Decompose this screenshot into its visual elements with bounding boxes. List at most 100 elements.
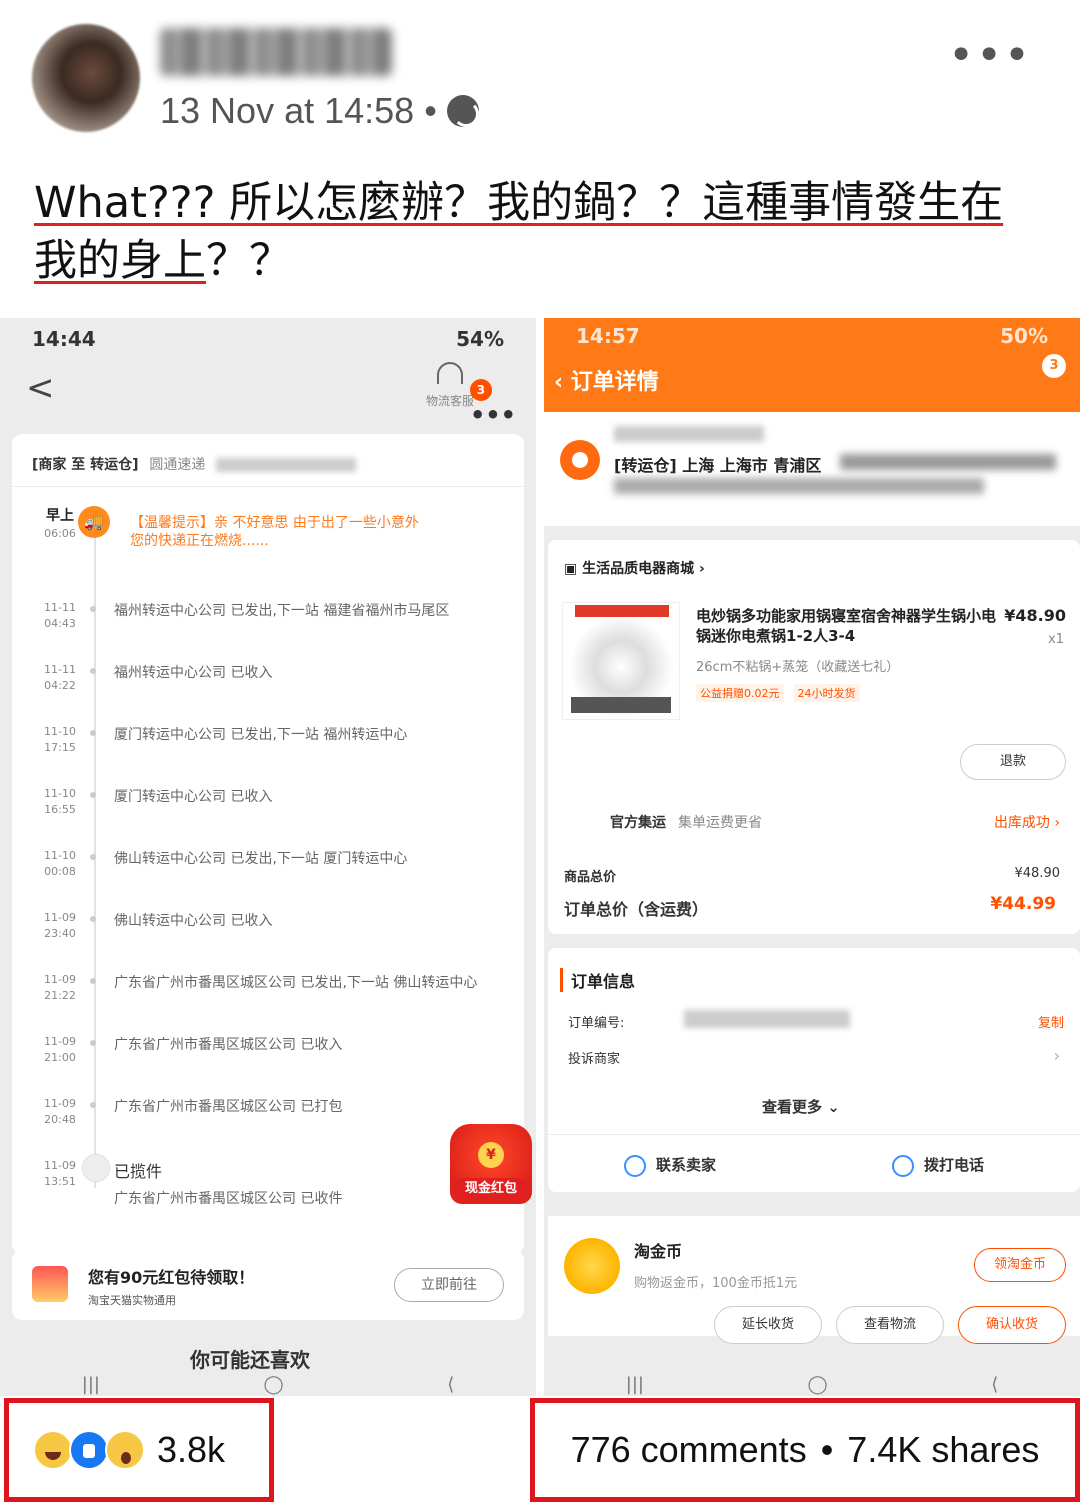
logistics-screenshot[interactable]: 14:44 54% < 物流客服 3 ••• [商家 至 转运仓] 圆通速递 早上… — [0, 318, 536, 1396]
event-text: 广东省广州市番禺区城区公司 已收入 — [114, 1037, 343, 1053]
shop-card: ▣ 生活品质电器商城 › 电炒锅多功能家用锅寝室宿舍神器学生锅小电锅迷你电煮锅1… — [548, 540, 1080, 934]
event-time: 21:22 — [44, 989, 76, 1002]
event-date: 11-09 — [44, 1159, 76, 1172]
cash-redpacket-button[interactable]: ¥ 现金红包 — [450, 1124, 532, 1204]
event-date: 11-09 — [44, 973, 76, 986]
event-time: 04:22 — [44, 679, 76, 692]
post-timestamp[interactable]: 13 Nov at 14:58 — [160, 90, 414, 132]
timeline-dot — [90, 854, 96, 860]
event-text: 佛山转运中心公司 已收入 — [114, 913, 273, 929]
shares-count[interactable]: 7.4K shares — [847, 1429, 1039, 1471]
consolidated-shipping: 官方集运 集单运费更省 — [610, 812, 762, 832]
complain-seller[interactable]: 投诉商家 — [568, 1048, 620, 1067]
shipping-tag: 24小时发货 — [793, 684, 860, 702]
page-title[interactable]: ‹ 订单详情 — [554, 364, 659, 396]
logistics-service-button[interactable]: 物流客服 — [426, 362, 474, 409]
chat-icon — [624, 1154, 646, 1177]
caption-line1: What??? 所以怎麼辦？我的鍋？？這種事情發生在 — [34, 178, 1004, 228]
product-image[interactable] — [562, 602, 680, 720]
order-actions: 延长收货 查看物流 确认收货 — [714, 1306, 1066, 1344]
go-now-button[interactable]: 立即前往 — [394, 1268, 504, 1302]
timeline-event: 11-10 16:55 厦门转运中心公司 已收入 — [36, 786, 516, 820]
event-date: 11-10 — [44, 725, 76, 738]
timeline-event: 11-09 21:22 广东省广州市番禺区城区公司 已发出,下一站 佛山转运中心 — [36, 972, 516, 1006]
timeline-dot — [90, 1102, 96, 1108]
back-nav-icon[interactable]: ⟨ — [447, 1374, 454, 1396]
order-no-blurred — [684, 1010, 850, 1028]
carrier-route: [商家 至 转运仓] — [32, 457, 139, 473]
address-line: [转运仓] 上海 上海市 青浦区 — [614, 456, 822, 475]
timeline-event: 11-10 00:08 佛山转运中心公司 已发出,下一站 厦门转运中心 — [36, 848, 516, 882]
call-button[interactable]: 拨打电话 — [892, 1154, 984, 1177]
event-time: 21:00 — [44, 1051, 76, 1064]
ship-label: 官方集运 — [610, 815, 666, 831]
timeline-dot — [90, 792, 96, 798]
extend-receipt-button[interactable]: 延长收货 — [714, 1306, 822, 1344]
carrier-name: 圆通速递 — [149, 457, 206, 473]
event-date: 11-09 — [44, 1097, 76, 1110]
chevron-right-icon[interactable]: › — [1054, 1046, 1060, 1065]
recommend-heading: 你可能还喜欢 — [190, 1348, 310, 1372]
service-label: 物流客服 — [425, 394, 474, 408]
post-caption: What??? 所以怎麼辦？我的鍋？？這種事情發生在 我的身上？？ — [34, 174, 1044, 290]
timeline-event: 11-09 20:48 广东省广州市番禺区城区公司 已打包 — [36, 1096, 516, 1130]
product-variant: 26cm不粘锅+蒸笼（收藏送七礼） — [696, 660, 900, 675]
timeline-event: 11-11 04:43 福州转运中心公司 已发出,下一站 福建省福州市马尾区 — [36, 600, 516, 634]
comments-count[interactable]: 776 comments — [571, 1429, 807, 1471]
product-image-tag — [575, 605, 669, 617]
stats-separator: • — [820, 1429, 834, 1470]
more-options-icon[interactable]: ••• — [948, 30, 1032, 81]
see-more-text: 查看更多 — [762, 1098, 823, 1116]
back-icon[interactable]: < — [26, 368, 55, 408]
recents-icon[interactable]: ||| — [626, 1374, 644, 1396]
product-title[interactable]: 电炒锅多功能家用锅寝室宿舍神器学生锅小电锅迷你电煮锅1-2人3-4 — [696, 606, 996, 646]
refund-button[interactable]: 退款 — [960, 744, 1066, 780]
product-tags: 公益捐赠0.02元 24小时发货 — [696, 684, 860, 702]
recipient-blurred — [614, 426, 764, 442]
reactions-summary[interactable]: 3.8k — [4, 1398, 274, 1502]
event-text: 佛山转运中心公司 已发出,下一站 厦门转运中心 — [114, 851, 408, 867]
claim-coins-button[interactable]: 领淘金币 — [974, 1248, 1066, 1282]
order-total-label: 订单总价（含运费） — [564, 900, 709, 919]
copy-button[interactable]: 复制 — [1038, 1012, 1064, 1031]
address-detail-blurred — [840, 454, 1056, 470]
event-date: 11-10 — [44, 787, 76, 800]
event-time: 06:06 — [44, 527, 76, 540]
contact-seller-button[interactable]: 联系卖家 — [624, 1154, 716, 1177]
home-icon[interactable]: ◯ — [264, 1374, 284, 1396]
ship-status-link[interactable]: 出库成功 › — [994, 812, 1060, 832]
order-detail-screenshot[interactable]: 14:57 50% ‹ 订单详情 3 [转运仓] 上海 上海市 青浦区 ▣ 生活… — [544, 318, 1080, 1396]
home-icon[interactable]: ◯ — [808, 1374, 828, 1396]
more-menu[interactable]: 3 ••• — [469, 372, 516, 429]
event-time: 17:15 — [44, 741, 76, 754]
phone-icon — [892, 1154, 914, 1177]
caption-line2-rest: ？？ — [206, 236, 292, 286]
event-date: 11-10 — [44, 849, 76, 862]
address-card: [转运仓] 上海 上海市 青浦区 — [544, 412, 1080, 526]
event-text: 【温馨提示】亲 不好意思 由于出了一些小意外 — [130, 515, 419, 531]
view-logistics-button[interactable]: 查看物流 — [836, 1306, 944, 1344]
shop-name[interactable]: ▣ 生活品质电器商城 › — [564, 558, 705, 578]
product-qty: x1 — [1048, 632, 1064, 647]
truck-icon: 🚚 — [78, 506, 110, 538]
engagement-stats: 776 comments • 7.4K shares — [530, 1398, 1080, 1502]
recents-icon[interactable]: ||| — [82, 1374, 100, 1396]
event-text: 广东省广州市番禺区城区公司 已打包 — [114, 1099, 343, 1115]
see-more-button[interactable]: 查看更多 ⌄ — [762, 1096, 840, 1117]
status-bar: 14:44 54% — [0, 322, 536, 356]
tracking-number-blurred — [216, 458, 357, 472]
event-time: 23:40 — [44, 927, 76, 940]
order-header: 14:57 50% ‹ 订单详情 3 — [544, 318, 1080, 412]
event-time: 20:48 — [44, 1113, 76, 1126]
carrier-line: [商家 至 转运仓] 圆通速递 — [32, 454, 357, 474]
author-name-blurred[interactable] — [160, 28, 392, 76]
contact-seller-text: 联系卖家 — [656, 1156, 717, 1174]
event-date: 11-09 — [44, 1035, 76, 1048]
order-total-value[interactable]: ¥44.99 — [990, 894, 1056, 914]
avatar[interactable] — [32, 24, 140, 132]
timeline-event-warning: 早上 06:06 🚚 【温馨提示】亲 不好意思 由于出了一些小意外 您的快递正在… — [36, 506, 516, 549]
event-time: 16:55 — [44, 803, 76, 816]
back-nav-icon[interactable]: ⟨ — [991, 1374, 998, 1396]
notification-badge[interactable]: 3 — [1042, 354, 1066, 378]
confirm-receipt-button[interactable]: 确认收货 — [958, 1306, 1066, 1344]
